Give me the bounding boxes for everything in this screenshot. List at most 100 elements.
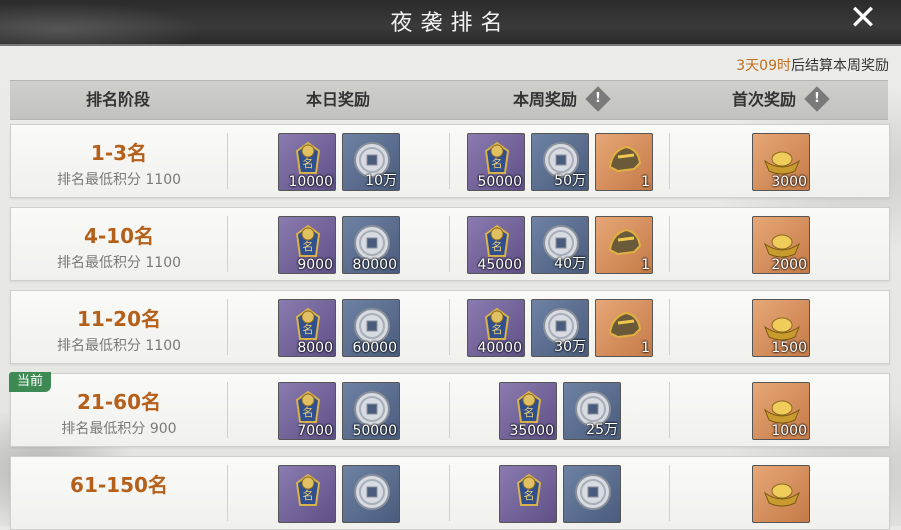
svg-text:名: 名	[492, 239, 503, 253]
svg-text:名: 名	[303, 156, 314, 170]
weekly-reward-item[interactable]: 1	[595, 216, 653, 274]
weekly-reward-coin[interactable]: 40万	[531, 216, 589, 274]
item-quantity: 10万	[365, 173, 397, 189]
header-daily: 本日奖励	[305, 90, 370, 109]
first-reward-gold[interactable]: 2000	[752, 216, 810, 274]
item-quantity: 80000	[352, 257, 397, 273]
rank-range: 11-20名	[77, 307, 161, 331]
header-first: 首次奖励!	[670, 81, 888, 119]
daily-reward-coin[interactable]: 60000	[342, 299, 400, 357]
svg-text:名: 名	[492, 322, 503, 336]
weekly-reward-item[interactable]: 1	[595, 299, 653, 357]
weekly-info-icon[interactable]: !	[585, 85, 611, 112]
item-quantity: 10000	[288, 174, 333, 190]
gold-ingot-icon	[763, 483, 801, 507]
svg-text:名: 名	[492, 156, 503, 170]
item-quantity: 8000	[297, 340, 333, 356]
daily-reward-coin[interactable]	[342, 465, 400, 523]
countdown: 3天09时	[736, 58, 791, 74]
notice-text: 后结算本周奖励	[791, 58, 889, 74]
column-divider	[449, 382, 450, 438]
item-quantity: 30万	[554, 339, 586, 355]
daily-reward-coin[interactable]: 10万	[342, 133, 400, 191]
rank-token-icon: 名	[516, 473, 542, 506]
daily-reward-token[interactable]: 名	[278, 465, 336, 523]
item-quantity: 50万	[554, 173, 586, 189]
rank-range: 61-150名	[70, 473, 168, 497]
column-divider	[449, 133, 450, 189]
header-stage: 排名阶段	[85, 90, 150, 109]
item-quantity: 2000	[771, 257, 807, 273]
column-divider	[669, 299, 670, 355]
item-quantity: 1	[641, 340, 650, 356]
column-divider	[669, 216, 670, 272]
first-reward-gold[interactable]: 3000	[752, 133, 810, 191]
column-divider	[227, 216, 228, 272]
weekly-reward-token[interactable]: 名	[499, 465, 557, 523]
daily-reward-coin[interactable]: 80000	[342, 216, 400, 274]
ranking-row: 11-20名 排名最低积分 1100 名 8000 60000 名 40000 30万 1 150…	[10, 290, 890, 364]
silver-coin-icon	[575, 474, 611, 510]
weekly-reward-token[interactable]: 名 50000	[467, 133, 525, 191]
column-divider	[669, 382, 670, 438]
weekly-reward-coin[interactable]: 25万	[563, 382, 621, 440]
ranking-row: 1-3名排名最低积分 1100 名 10000 10万 名 50000 50万 1 3000	[10, 124, 890, 198]
header-weekly: 本周奖励!	[450, 81, 670, 119]
daily-reward-token[interactable]: 名 10000	[278, 133, 336, 191]
svg-text:名: 名	[303, 488, 314, 502]
first-reward-gold[interactable]: 1000	[752, 382, 810, 440]
item-quantity: 50000	[352, 423, 397, 439]
column-divider	[227, 299, 228, 355]
daily-reward-coin[interactable]: 50000	[342, 382, 400, 440]
item-quantity: 3000	[771, 174, 807, 190]
ranking-row: 61-150名名 名	[10, 456, 890, 530]
item-quantity: 40000	[477, 340, 522, 356]
header-first-label: 首次奖励	[731, 90, 796, 109]
item-quantity: 1	[641, 174, 650, 190]
column-divider	[669, 465, 670, 521]
weekly-reward-coin[interactable]	[563, 465, 621, 523]
silver-coin-icon	[354, 474, 390, 510]
column-divider	[449, 299, 450, 355]
rank-token-icon: 名	[295, 473, 321, 506]
item-quantity: 7000	[297, 423, 333, 439]
weekly-reward-token[interactable]: 名 45000	[467, 216, 525, 274]
svg-text:名: 名	[303, 239, 314, 253]
column-divider	[669, 133, 670, 189]
page-title: 夜袭排名	[390, 11, 511, 36]
weekly-reward-token[interactable]: 名 40000	[467, 299, 525, 357]
column-divider	[449, 465, 450, 521]
first-reward-gold[interactable]: 1500	[752, 299, 810, 357]
daily-reward-token[interactable]: 名 9000	[278, 216, 336, 274]
item-quantity: 40万	[554, 256, 586, 272]
title-bar: 夜袭排名 ✕	[0, 0, 901, 46]
settlement-notice: 3天09时后结算本周奖励	[736, 55, 889, 75]
svg-text:名: 名	[524, 488, 535, 502]
item-quantity: 1	[641, 257, 650, 273]
first-info-icon[interactable]: !	[804, 85, 830, 112]
column-divider	[449, 216, 450, 272]
min-score: 排名最低积分 1100	[56, 172, 182, 188]
weekly-reward-token[interactable]: 名 35000	[499, 382, 557, 440]
item-quantity: 45000	[477, 257, 522, 273]
item-quantity: 25万	[586, 422, 618, 438]
table-header: 排名阶段 本日奖励 本周奖励! 首次奖励!	[10, 80, 888, 120]
close-button[interactable]: ✕	[845, 1, 881, 37]
weekly-reward-item[interactable]: 1	[595, 133, 653, 191]
item-quantity: 60000	[352, 340, 397, 356]
daily-reward-token[interactable]: 名 8000	[278, 299, 336, 357]
weekly-reward-coin[interactable]: 30万	[531, 299, 589, 357]
daily-reward-token[interactable]: 名 7000	[278, 382, 336, 440]
ranking-row: 21-60名 排名最低积分 900 当前名 7000 50000 名 35000 25万 100…	[9, 372, 890, 447]
column-divider	[227, 382, 228, 438]
helmet-icon	[608, 228, 642, 256]
rank-range: 1-3名	[90, 141, 148, 165]
svg-text:名: 名	[303, 405, 314, 419]
header-weekly-label: 本周奖励	[512, 90, 577, 109]
current-badge: 当前	[9, 372, 52, 392]
svg-text:名: 名	[303, 322, 314, 336]
first-reward-gold[interactable]	[752, 465, 810, 523]
weekly-reward-coin[interactable]: 50万	[531, 133, 589, 191]
helmet-icon	[608, 145, 642, 173]
item-quantity: 50000	[477, 174, 522, 190]
